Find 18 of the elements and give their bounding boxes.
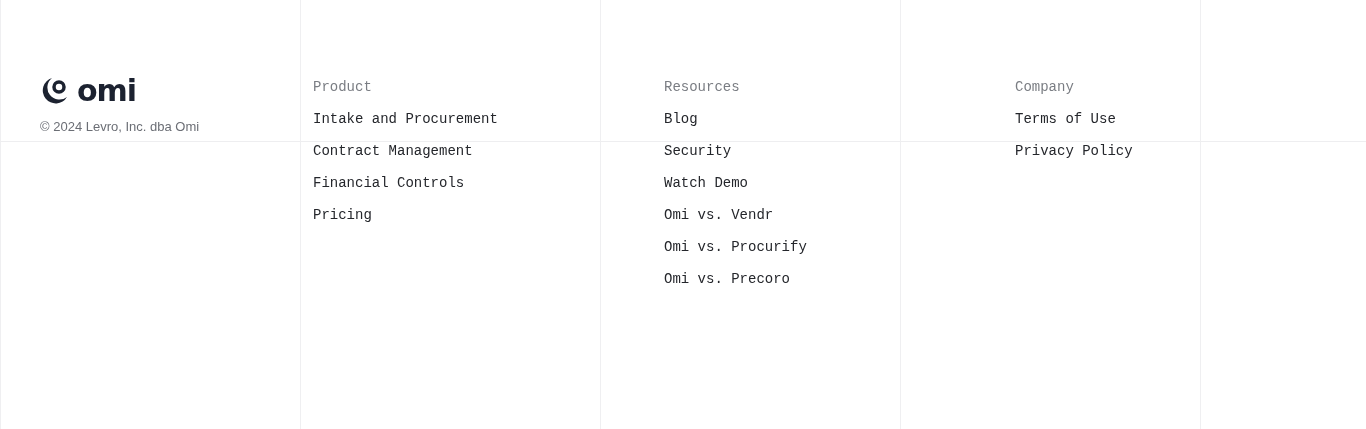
footer-link[interactable]: Pricing [313, 206, 372, 224]
column-heading: Company [1015, 78, 1074, 96]
column-heading: Product [313, 78, 372, 96]
footer-link[interactable]: Financial Controls [313, 174, 465, 192]
copyright-text: © 2024 Levro, Inc. dba Omi [40, 119, 201, 134]
footer-link[interactable]: Watch Demo [664, 174, 748, 192]
column-heading: Resources [664, 78, 740, 96]
footer-link[interactable]: Blog [664, 110, 698, 128]
footer-link[interactable]: Omi vs. Procurify [664, 238, 807, 256]
footer-link[interactable]: Omi vs. Precoro [664, 270, 791, 288]
footer-link[interactable]: Omi vs. Vendr [664, 206, 774, 224]
footer-link[interactable]: Contract Management [313, 142, 473, 160]
logo-wordmark[interactable]: omi [77, 75, 137, 107]
footer-link[interactable]: Security [664, 142, 732, 160]
footer-link[interactable]: Intake and Procurement [313, 110, 498, 128]
footer-link[interactable]: Terms of Use [1015, 110, 1116, 128]
logo-icon [40, 76, 68, 106]
footer-link[interactable]: Privacy Policy [1015, 142, 1133, 160]
